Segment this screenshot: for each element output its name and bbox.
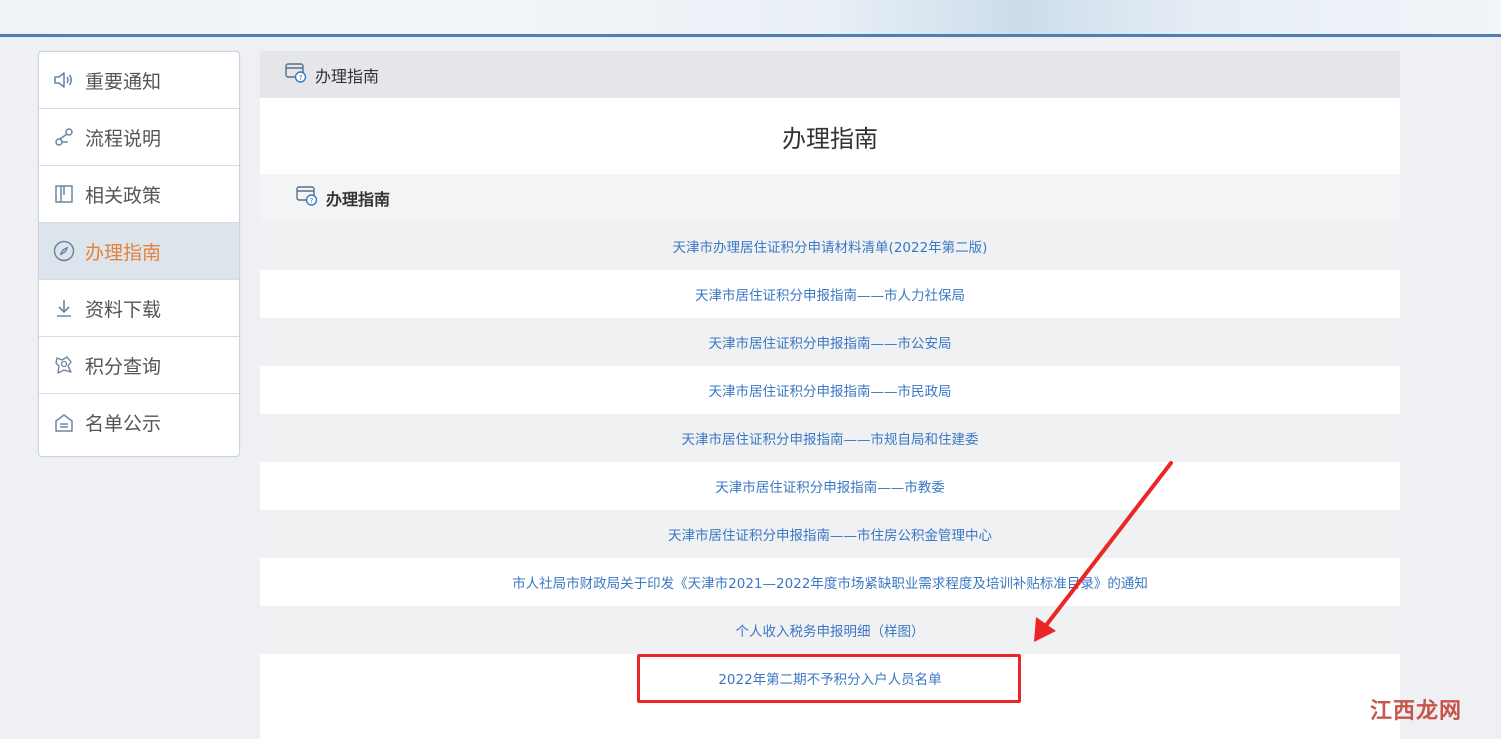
sidebar-item-label: 名单公示 [85, 413, 162, 435]
sidebar-item-label: 流程说明 [85, 127, 162, 150]
highlight-box [637, 654, 1021, 703]
search-points-icon [51, 352, 77, 378]
watermark-logo: 江西龙网 [1369, 699, 1462, 724]
flow-icon [51, 124, 77, 150]
compass-icon [51, 238, 77, 264]
panel-header-label: 办理指南 [315, 66, 380, 86]
sidebar-nav: 重要通知 流程说明 相关政策 办理指南 资料下载 积分查询 名单公示 [38, 51, 240, 457]
speaker-icon [51, 67, 77, 93]
sidebar-item-public-list[interactable]: 名单公示 [39, 394, 239, 451]
sidebar-item-label: 积分查询 [85, 355, 162, 378]
sidebar-item-label: 相关政策 [85, 184, 162, 207]
list-item[interactable]: 天津市居住证积分申报指南——市住房公积金管理中心 [260, 510, 1400, 558]
page-title: 办理指南 [782, 124, 878, 153]
sidebar-item-process[interactable]: 流程说明 [39, 109, 239, 166]
banner-divider [0, 34, 1501, 37]
list-item[interactable]: 天津市居住证积分申报指南——市人力社保局 [260, 270, 1400, 318]
top-banner [0, 0, 1501, 34]
sidebar-item-label: 重要通知 [85, 70, 162, 93]
section-header-label: 办理指南 [326, 190, 391, 209]
svg-text:?: ? [299, 74, 303, 82]
building-icon [51, 410, 77, 436]
sidebar-item-guide[interactable]: 办理指南 [39, 223, 239, 280]
svg-text:?: ? [310, 197, 314, 205]
sidebar-item-important-notice[interactable]: 重要通知 [39, 52, 239, 109]
main-panel: ? 办理指南 办理指南 ? 办理指南 天津市办理居住证积分申请材料清单(2022… [260, 51, 1400, 739]
sidebar-item-points-query[interactable]: 积分查询 [39, 337, 239, 394]
guide-list: 天津市办理居住证积分申请材料清单(2022年第二版) 天津市居住证积分申报指南—… [260, 222, 1400, 702]
sidebar-item-label: 资料下载 [85, 298, 162, 321]
sidebar-item-label: 办理指南 [85, 241, 162, 264]
list-item[interactable]: 市人社局市财政局关于印发《天津市2021—2022年度市场紧缺职业需求程度及培训… [260, 558, 1400, 606]
guide-icon: ? [296, 186, 318, 210]
list-item[interactable]: 天津市居住证积分申报指南——市公安局 [260, 318, 1400, 366]
list-item[interactable]: 天津市办理居住证积分申请材料清单(2022年第二版) [260, 222, 1400, 270]
sidebar-item-downloads[interactable]: 资料下载 [39, 280, 239, 337]
section-header: ? 办理指南 [260, 174, 1400, 222]
sidebar-item-policies[interactable]: 相关政策 [39, 166, 239, 223]
download-icon [51, 295, 77, 321]
list-item[interactable]: 天津市居住证积分申报指南——市规自局和住建委 [260, 414, 1400, 462]
panel-header: ? 办理指南 [260, 51, 1400, 98]
list-item[interactable]: 天津市居住证积分申报指南——市民政局 [260, 366, 1400, 414]
list-item[interactable]: 个人收入税务申报明细（样图） [260, 606, 1400, 654]
list-item[interactable]: 天津市居住证积分申报指南——市教委 [260, 462, 1400, 510]
guide-icon: ? [285, 62, 307, 87]
book-icon [51, 181, 77, 207]
